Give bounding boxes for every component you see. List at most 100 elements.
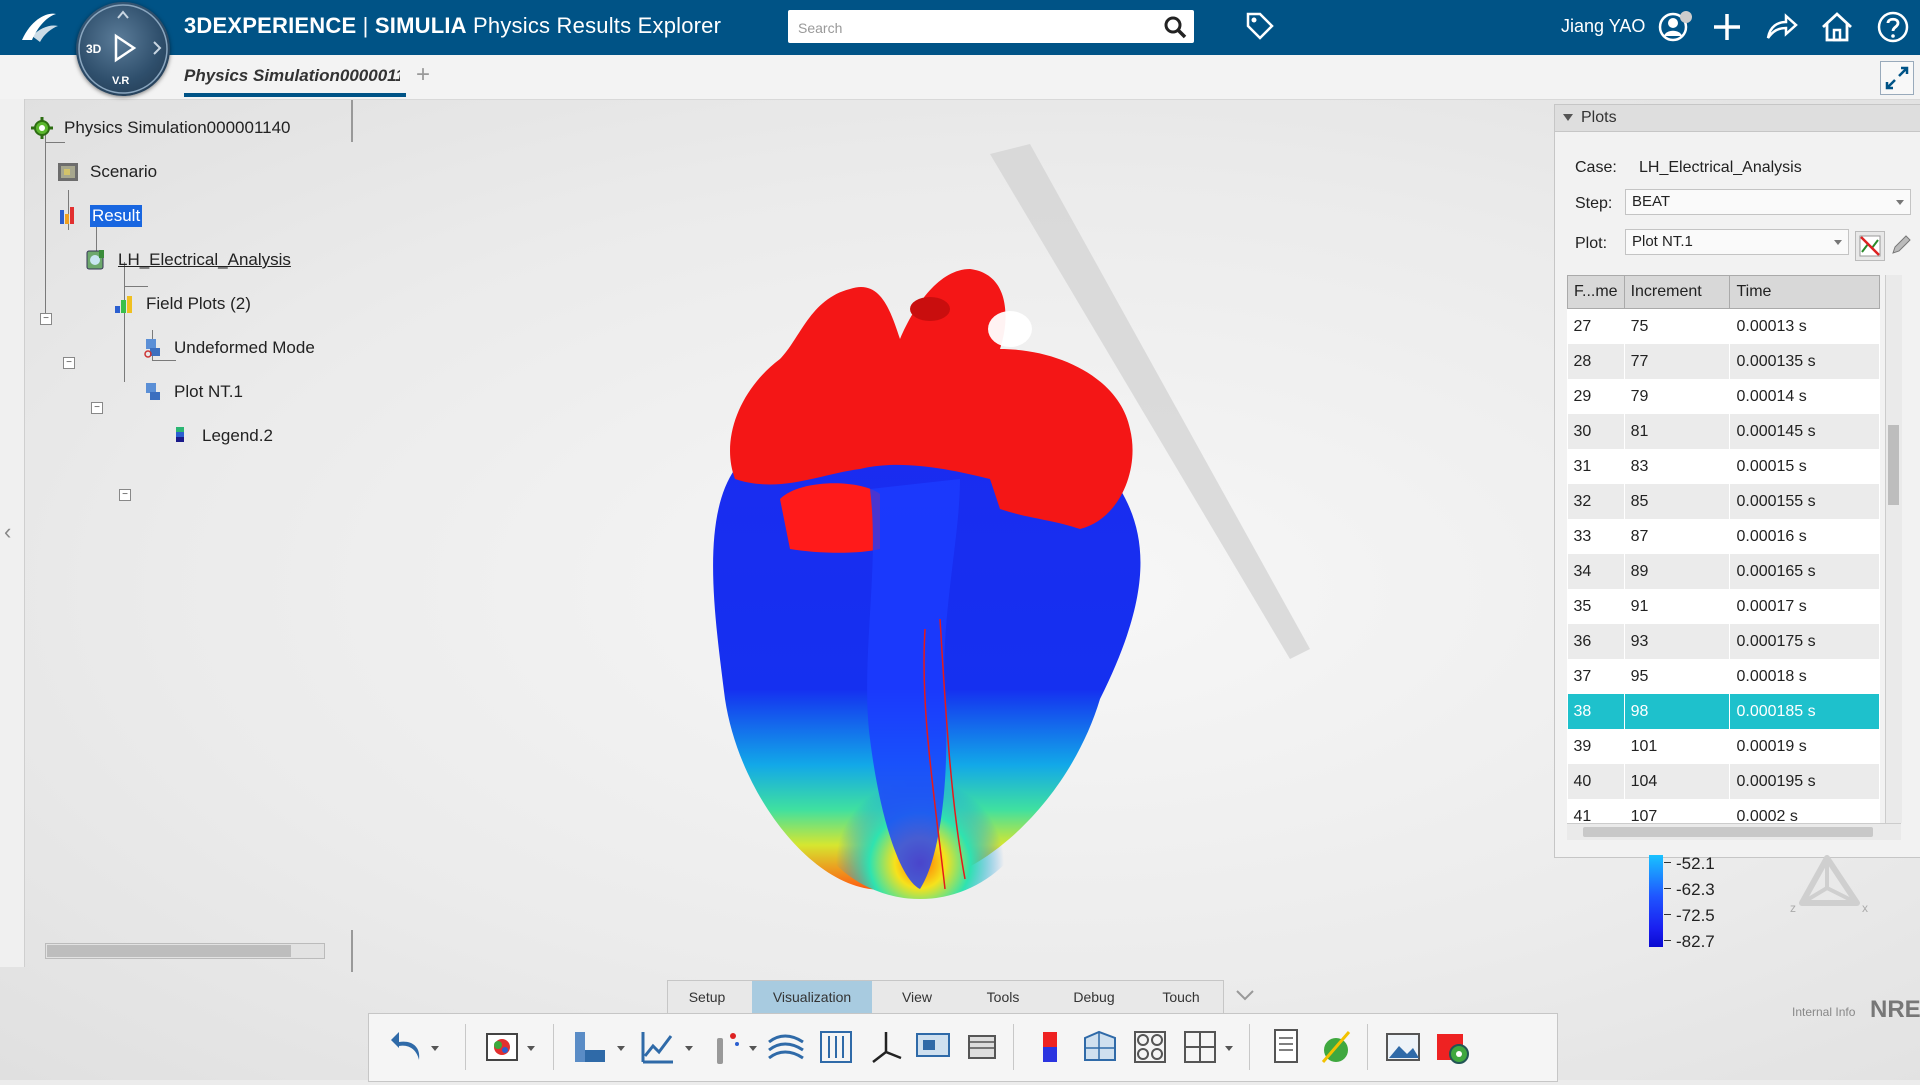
user-name[interactable]: Jiang YAO	[1561, 16, 1645, 37]
undo-icon[interactable]	[387, 1026, 429, 1068]
plots-panel-header[interactable]: Plots	[1555, 105, 1920, 132]
layout-icon[interactable]	[1179, 1026, 1221, 1068]
tree-label-plot: Plot NT.1	[174, 382, 243, 401]
share-icon[interactable]	[1762, 8, 1800, 46]
axis-triad[interactable]: z x	[1772, 848, 1882, 928]
tab-physics-simulation[interactable]: Physics Simulation000001140	[184, 66, 400, 86]
capture-icon[interactable]	[913, 1026, 955, 1068]
settings-icon[interactable]	[1433, 1026, 1475, 1068]
animate-icon[interactable]	[815, 1026, 857, 1068]
section-icon[interactable]	[569, 1026, 611, 1068]
table-row[interactable]: 34 89 0.000165 s	[1567, 554, 1880, 589]
collapse-analysis-toggle[interactable]: −	[63, 357, 75, 369]
undeformed-mode-icon	[144, 339, 160, 358]
grid-icon[interactable]	[1129, 1026, 1171, 1068]
user-avatar-icon[interactable]	[1656, 8, 1694, 46]
frame-cell: 35	[1567, 589, 1625, 624]
chevron-left-icon[interactable]: ‹	[4, 519, 11, 545]
tree-node-plot[interactable]: Plot NT.1	[140, 380, 243, 404]
add-icon[interactable]	[1708, 8, 1746, 46]
home-icon[interactable]	[1818, 8, 1856, 46]
left-panel-handle[interactable]: ‹	[0, 99, 25, 967]
tree-node-root[interactable]: Physics Simulation000001140	[30, 116, 291, 140]
legend-icon[interactable]	[1029, 1026, 1071, 1068]
chevron-down-icon	[1896, 200, 1904, 205]
sensor-icon[interactable]	[1315, 1026, 1357, 1068]
table-row[interactable]: 35 91 0.00017 s	[1567, 589, 1880, 624]
tab-debug[interactable]: Debug	[1052, 981, 1136, 1014]
increment-cell: 83	[1624, 449, 1731, 484]
plot-icon[interactable]	[637, 1026, 679, 1068]
plot-label: Plot:	[1575, 235, 1608, 252]
scroll-thumb[interactable]	[47, 945, 291, 957]
table-row[interactable]: 30 81 0.000145 s	[1567, 414, 1880, 449]
search-input[interactable]	[796, 10, 1160, 45]
tree-horizontal-scrollbar[interactable]	[45, 943, 325, 959]
tree-node-result[interactable]: Result	[56, 204, 143, 228]
tab-touch[interactable]: Touch	[1142, 981, 1220, 1014]
add-tab-button[interactable]: +	[416, 61, 430, 89]
column-header-time[interactable]: Time	[1729, 275, 1880, 309]
restore-icon	[1885, 66, 1909, 90]
tab-tools[interactable]: Tools	[964, 981, 1042, 1014]
document-icon[interactable]	[1265, 1026, 1307, 1068]
increment-cell: 79	[1624, 379, 1731, 414]
case-label: Case:	[1575, 159, 1617, 176]
tree-node-field-plots[interactable]: Field Plots (2)	[112, 292, 251, 316]
table-horizontal-scrollbar[interactable]	[1567, 823, 1901, 840]
edit-plot-button[interactable]	[1855, 231, 1885, 261]
collapse-result-toggle[interactable]: −	[40, 313, 52, 325]
compass-widget[interactable]: 3D V.R	[76, 2, 170, 96]
plot-select[interactable]: Plot NT.1	[1625, 229, 1849, 255]
search-icon[interactable]	[1162, 14, 1188, 40]
display-icon[interactable]	[481, 1026, 523, 1068]
compass-3d-label: 3D	[86, 42, 102, 56]
mesh-icon[interactable]	[1079, 1026, 1121, 1068]
restore-view-button[interactable]	[1880, 61, 1914, 95]
probe-icon[interactable]	[705, 1026, 747, 1068]
step-select[interactable]: BEAT	[1625, 189, 1911, 215]
collapse-plot-toggle[interactable]: −	[119, 489, 131, 501]
frame-cell: 27	[1567, 308, 1625, 344]
table-row[interactable]: 38 98 0.000185 s	[1567, 694, 1880, 729]
table-row[interactable]: 29 79 0.00014 s	[1567, 379, 1880, 414]
table-row[interactable]: 32 85 0.000155 s	[1567, 484, 1880, 519]
table-row[interactable]: 41 107 0.0002 s	[1567, 799, 1880, 823]
tab-setup[interactable]: Setup	[668, 981, 746, 1014]
chevron-down-icon[interactable]	[1234, 984, 1256, 1006]
help-icon[interactable]	[1874, 8, 1912, 46]
collapse-triangle-icon[interactable]	[1563, 114, 1573, 121]
scroll-thumb[interactable]	[1888, 425, 1899, 505]
pencil-button[interactable]	[1887, 231, 1915, 259]
search-box[interactable]	[788, 10, 1194, 45]
ds-logo[interactable]	[14, 6, 64, 48]
tree-node-scenario[interactable]: Scenario	[56, 160, 157, 184]
app-title-app: Physics Results Explorer	[466, 13, 722, 38]
tree-node-undeformed[interactable]: Undeformed Mode	[140, 336, 315, 360]
plot-icon	[146, 383, 160, 400]
table-row[interactable]: 39 101 0.00019 s	[1567, 729, 1880, 764]
column-header-frame[interactable]: F...me	[1567, 275, 1625, 309]
scroll-thumb[interactable]	[1583, 827, 1873, 837]
report-icon[interactable]	[961, 1026, 1003, 1068]
table-row[interactable]: 28 77 0.000135 s	[1567, 344, 1880, 379]
collapse-fieldplots-toggle[interactable]: −	[91, 402, 103, 414]
column-header-increment[interactable]: Increment	[1623, 275, 1731, 309]
axis-icon[interactable]	[865, 1026, 907, 1068]
tag-icon[interactable]	[1244, 10, 1276, 42]
increment-cell: 98	[1624, 694, 1731, 729]
image-icon[interactable]	[1383, 1026, 1425, 1068]
streamline-icon[interactable]	[765, 1026, 807, 1068]
table-row[interactable]: 37 95 0.00018 s	[1567, 659, 1880, 694]
table-row[interactable]: 31 83 0.00015 s	[1567, 449, 1880, 484]
tab-view[interactable]: View	[878, 981, 956, 1014]
table-row[interactable]: 27 75 0.00013 s	[1567, 308, 1880, 344]
tab-visualization[interactable]: Visualization	[752, 981, 872, 1014]
table-row[interactable]: 36 93 0.000175 s	[1567, 624, 1880, 659]
table-row[interactable]: 40 104 0.000195 s	[1567, 764, 1880, 799]
frames-table[interactable]: F...me Increment Time 27 75 0.00013 s 28 77 0…	[1567, 275, 1880, 823]
table-vertical-scrollbar[interactable]	[1885, 275, 1902, 823]
table-row[interactable]: 33 87 0.00016 s	[1567, 519, 1880, 554]
tree-node-legend[interactable]: Legend.2	[168, 424, 273, 448]
tree-node-analysis[interactable]: LH_Electrical_Analysis	[84, 248, 291, 272]
